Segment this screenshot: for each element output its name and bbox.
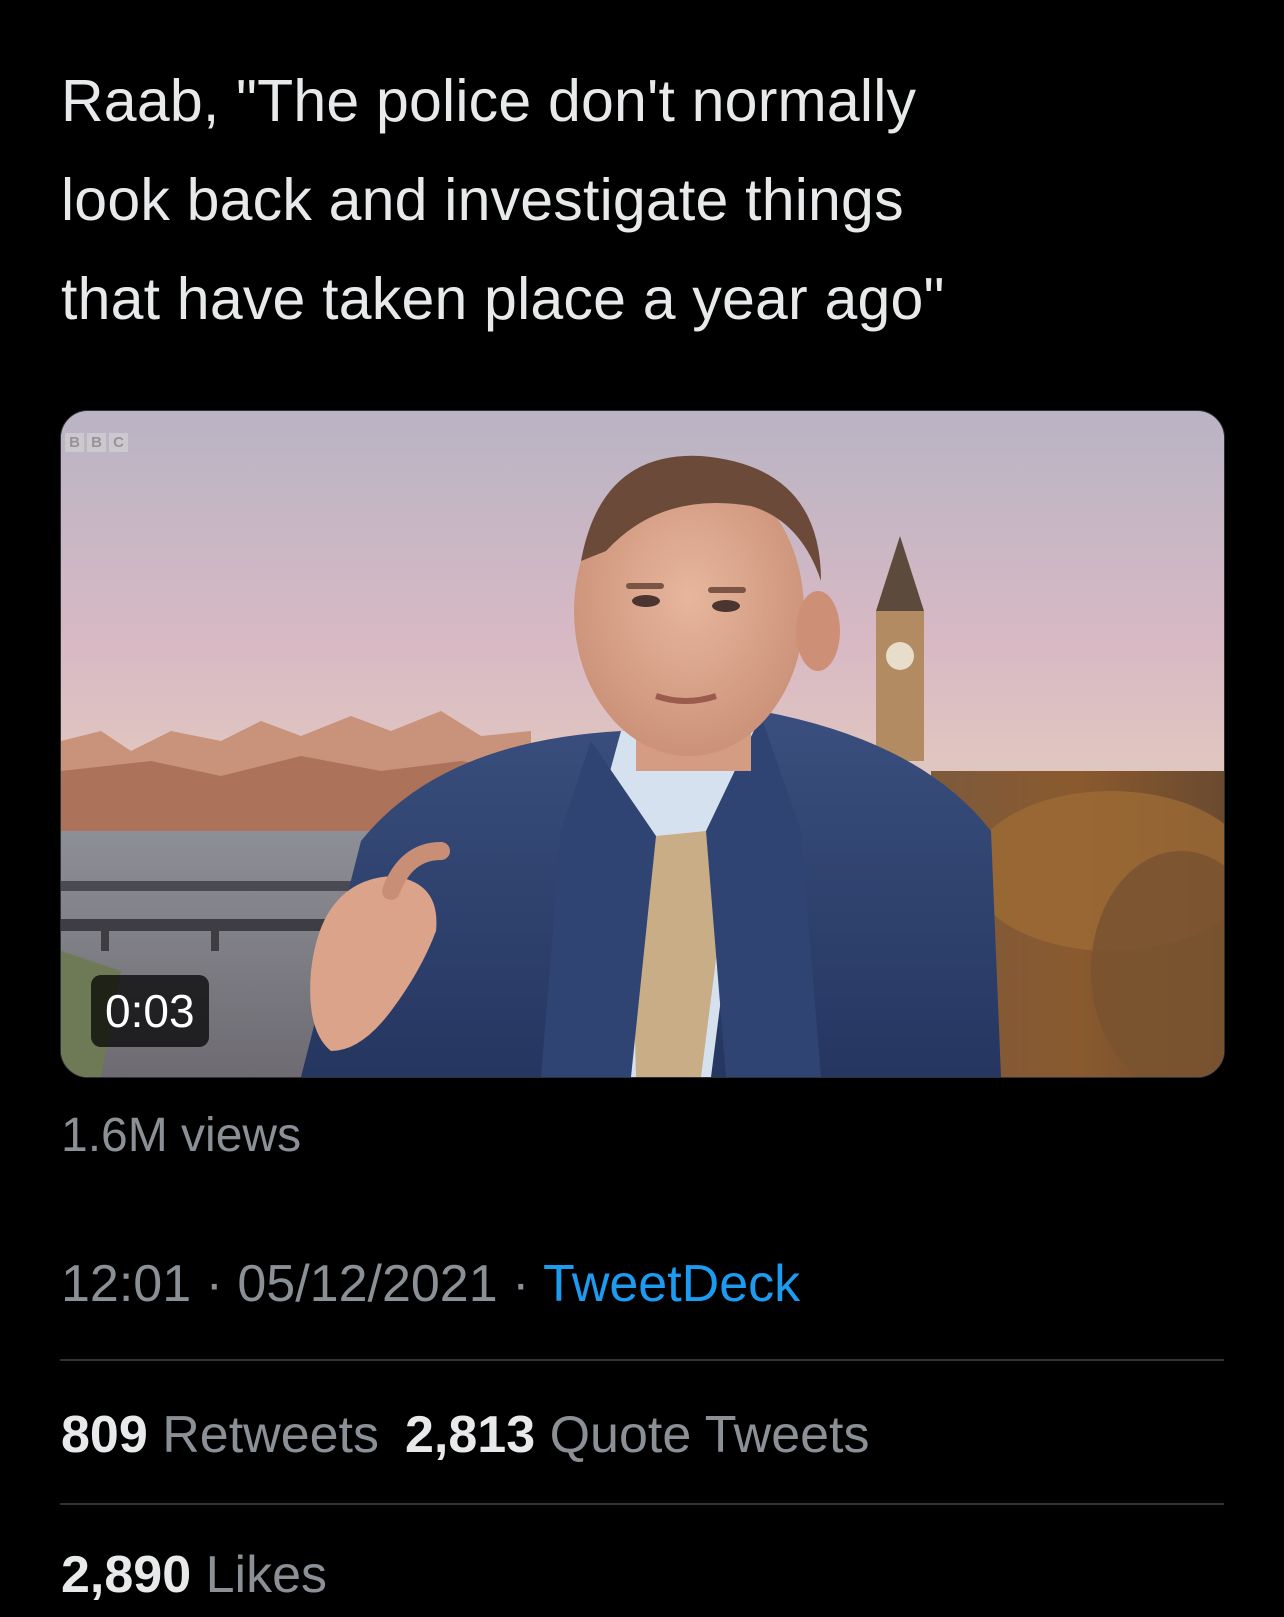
bbc-logo-letter: B [87,433,106,452]
video-thumbnail [61,411,1224,1077]
bbc-logo: B B C [65,433,128,452]
quote-tweet-count: 2,813 [404,1406,536,1464]
like-label: Likes [205,1546,327,1604]
tweet-date[interactable]: 05/12/2021 [237,1255,497,1313]
bbc-logo-letter: C [109,433,128,452]
tweet-text: Raab, "The police don't normally look ba… [61,68,945,332]
like-count: 2,890 [61,1546,192,1604]
bbc-logo-letter: B [65,433,84,452]
likes-stat[interactable]: 2,890 Likes [61,1545,327,1605]
retweets-stat[interactable]: 809 Retweets [61,1406,379,1464]
divider [60,1359,1224,1361]
tweet-time[interactable]: 12:01 [61,1255,191,1313]
view-count: 1.6M views [61,1109,302,1162]
video-duration-badge: 0:03 [91,975,209,1047]
video-player[interactable]: B B C 0:03 [60,410,1225,1078]
retweet-label: Retweets [162,1406,379,1464]
quote-tweet-label: Quote Tweets [549,1406,870,1464]
retweet-count: 809 [61,1406,148,1464]
meta-separator: · [205,1255,223,1313]
divider [60,1503,1224,1505]
tweet-source-link[interactable]: TweetDeck [543,1255,800,1313]
quote-tweets-stat[interactable]: 2,813 Quote Tweets [405,1406,870,1464]
tweet-meta: 12:01 · 05/12/2021 · TweetDeck [61,1254,800,1314]
engagement-stats: 809 Retweets 2,813 Quote Tweets [61,1405,869,1465]
meta-separator: · [512,1255,530,1313]
